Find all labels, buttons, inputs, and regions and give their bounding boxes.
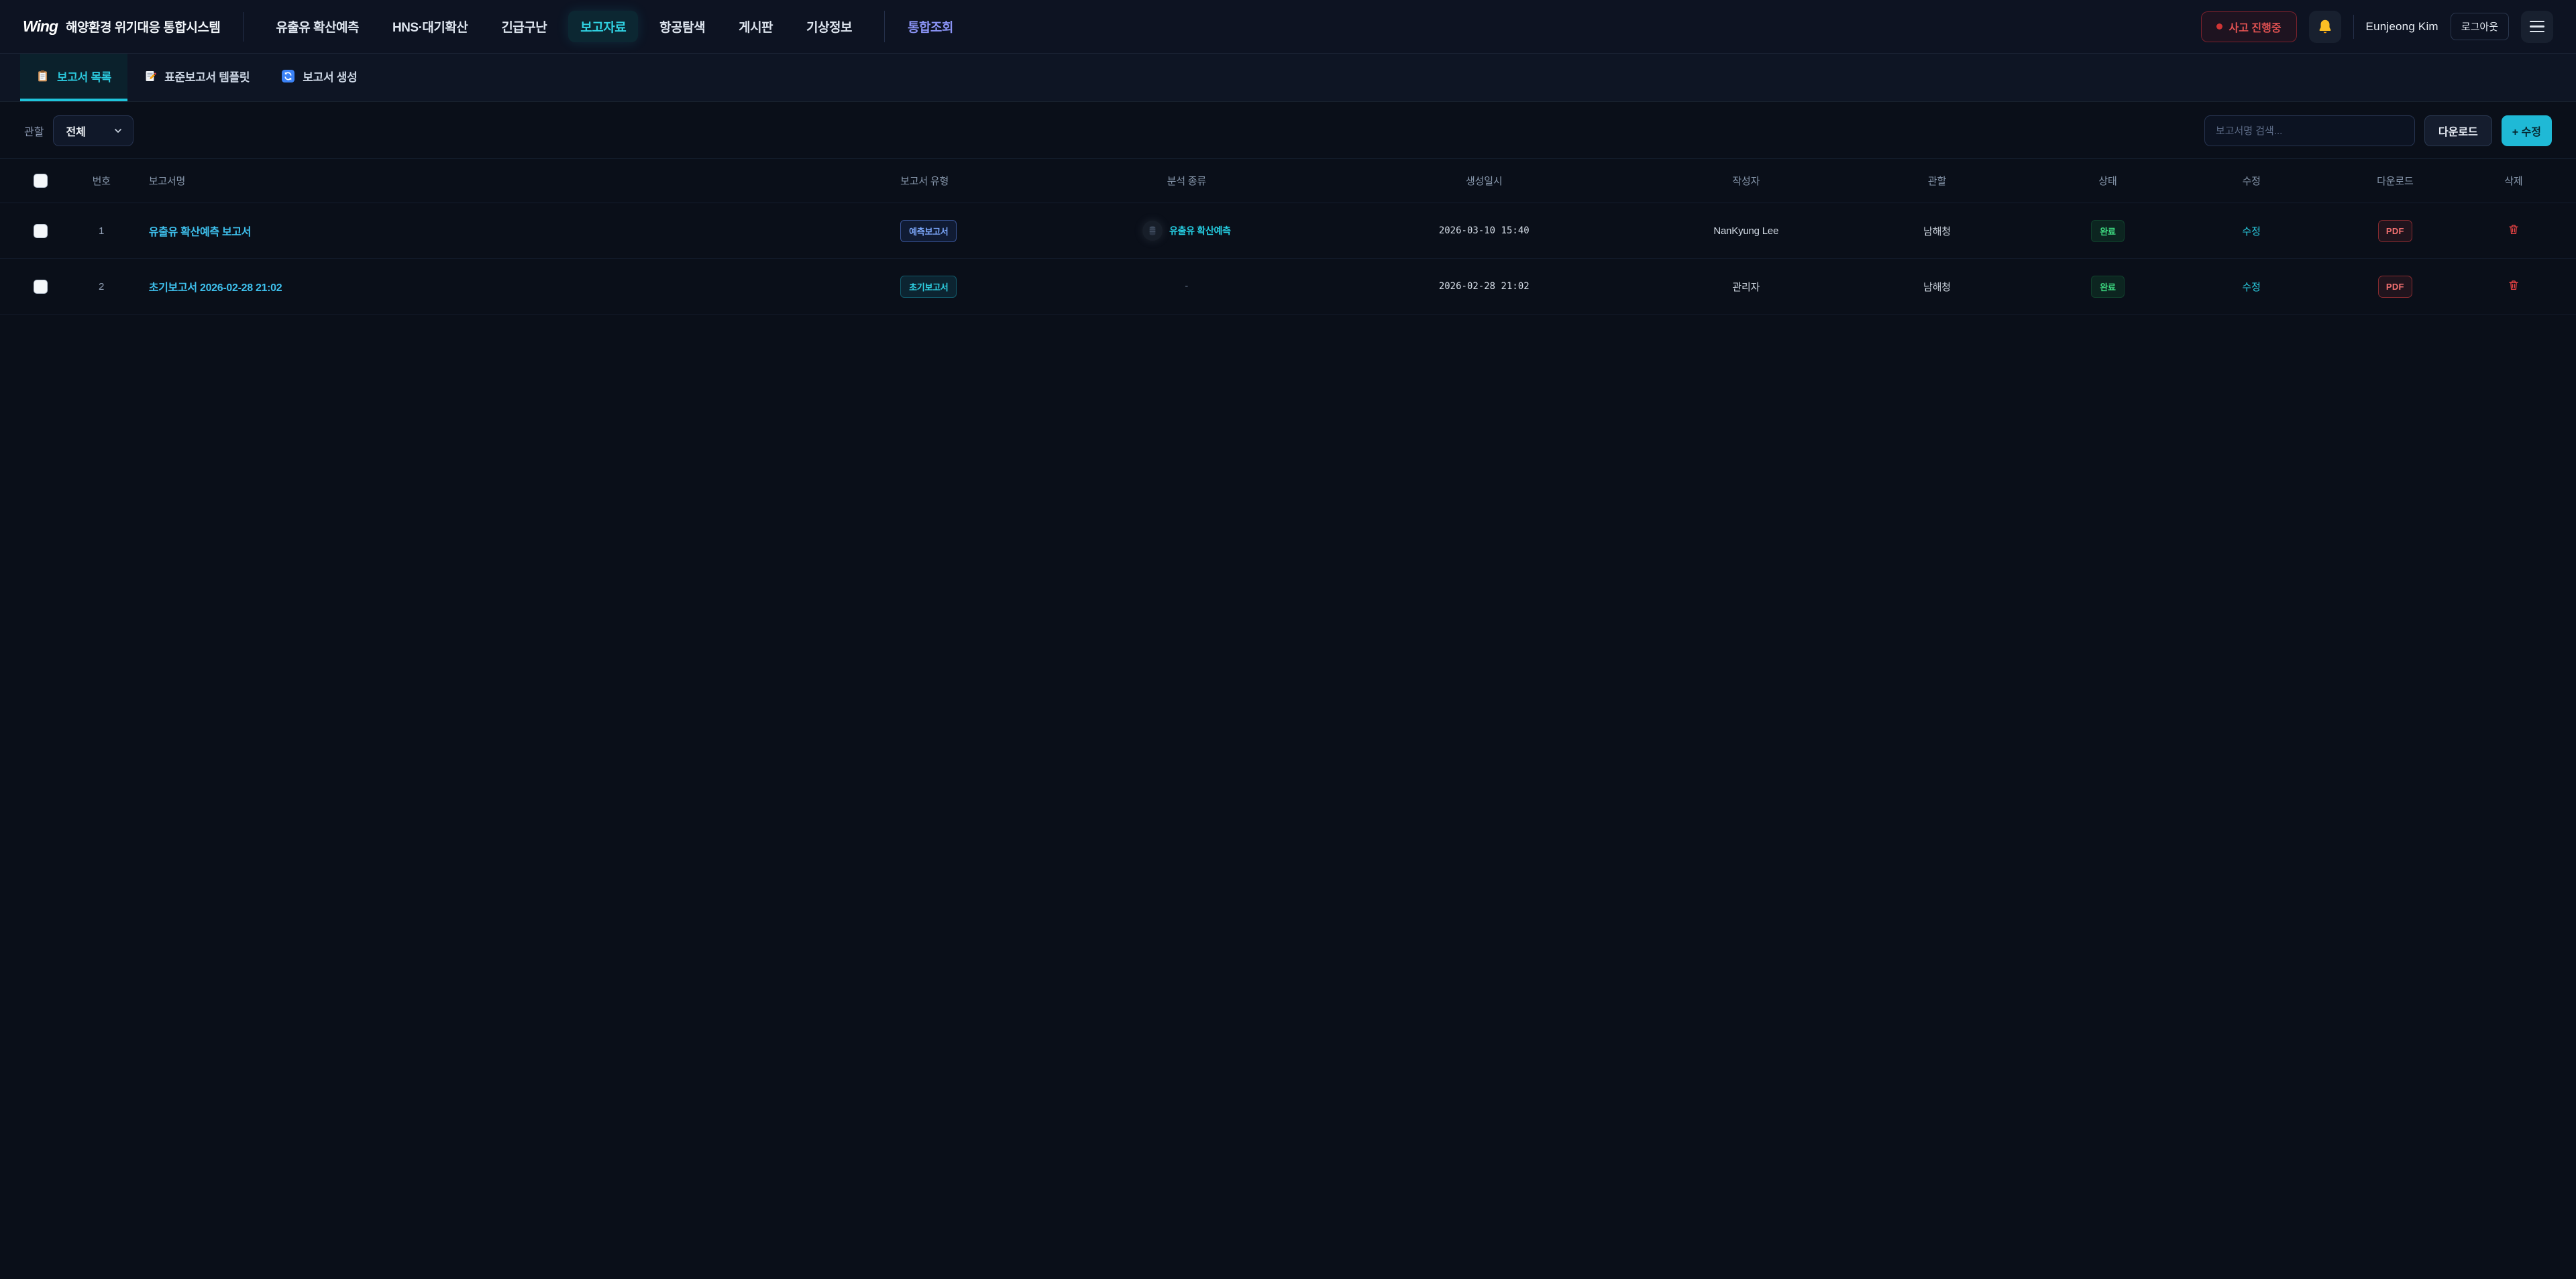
column-header-report-type: 보고서 유형	[872, 159, 1075, 203]
delete-button[interactable]	[2508, 223, 2520, 235]
report-tab-bar: 보고서 목록 표준보고서 템플릿 보고서 생성	[0, 54, 2576, 102]
tab-label: 보고서 목록	[57, 68, 111, 85]
analysis-type: 유출유 확산예측	[1142, 221, 1231, 241]
author: 관리자	[1670, 259, 1822, 315]
tab-standard-report-template[interactable]: 표준보고서 템플릿	[127, 54, 266, 101]
nav-item-board[interactable]: 게시판	[727, 11, 785, 42]
jurisdiction-filter-label: 관할	[24, 123, 44, 139]
row-checkbox[interactable]	[34, 280, 48, 294]
author: NanKyung Lee	[1670, 203, 1822, 259]
jurisdiction: 남해청	[1822, 259, 2052, 315]
tab-report-list[interactable]: 보고서 목록	[20, 54, 127, 101]
row-number: 1	[54, 203, 149, 259]
nav-item-integrated-search[interactable]: 통합조회	[884, 11, 965, 42]
edit-button[interactable]: + 수정	[2502, 115, 2552, 146]
created-at: 2026-03-10 15:40	[1298, 203, 1670, 259]
nav-item-oil-spill-prediction[interactable]: 유출유 확산예측	[264, 11, 371, 42]
incident-in-progress-badge[interactable]: 사고 진행중	[2201, 11, 2297, 42]
jurisdiction: 남해청	[1822, 203, 2052, 259]
report-toolbar: 관할 전체 다운로드 + 수정	[0, 102, 2576, 158]
table-row: 2 초기보고서 2026-02-28 21:02 초기보고서 - 2026-02…	[0, 259, 2576, 315]
jurisdiction-select[interactable]: 전체	[53, 115, 133, 146]
status-badge: 완료	[2091, 220, 2124, 242]
analysis-type-empty: -	[1185, 280, 1188, 292]
app-header: Wing 해양환경 위기대응 통합시스템 유출유 확산예측 HNS·대기확산 긴…	[0, 0, 2576, 54]
bell-icon	[2316, 18, 2334, 36]
pdf-download-button[interactable]: PDF	[2378, 220, 2412, 242]
nav-item-aerial-search[interactable]: 항공탐색	[647, 11, 717, 42]
report-search-input[interactable]	[2204, 115, 2415, 146]
hamburger-icon	[2530, 21, 2544, 33]
column-header-created-at: 생성일시	[1298, 159, 1670, 203]
column-header-delete: 삭제	[2451, 159, 2576, 203]
oil-drum-icon	[1142, 221, 1163, 241]
tab-generate-report[interactable]: 보고서 생성	[266, 54, 373, 101]
nav-item-weather-info[interactable]: 기상정보	[794, 11, 864, 42]
column-header-analysis-type: 분석 종류	[1075, 159, 1299, 203]
report-name-link[interactable]: 유출유 확산예측 보고서	[149, 227, 252, 238]
row-number: 2	[54, 259, 149, 315]
app-title: 해양환경 위기대응 통합시스템	[66, 17, 220, 36]
column-header-download: 다운로드	[2339, 159, 2451, 203]
nav-item-reports[interactable]: 보고자료	[568, 11, 638, 42]
status-badge: 완료	[2091, 276, 2124, 298]
refresh-icon	[282, 70, 294, 82]
delete-button[interactable]	[2508, 279, 2520, 291]
memo-pencil-icon	[144, 70, 156, 82]
analysis-type-label: 유출유 확산예측	[1169, 224, 1231, 237]
table-header-row: 번호 보고서명 보고서 유형 분석 종류 생성일시 작성자 관할 상태 수정 다…	[0, 159, 2576, 203]
row-edit-link[interactable]: 수정	[2242, 226, 2261, 237]
jurisdiction-selected-value: 전체	[66, 123, 85, 139]
column-header-author: 작성자	[1670, 159, 1822, 203]
header-divider	[243, 12, 244, 42]
user-name: Eunjeong Kim	[2366, 20, 2438, 34]
download-button[interactable]: 다운로드	[2424, 115, 2492, 146]
clipboard-icon	[36, 70, 49, 82]
chevron-down-icon	[113, 125, 123, 136]
report-name-link[interactable]: 초기보고서 2026-02-28 21:02	[149, 282, 282, 294]
table-row: 1 유출유 확산예측 보고서 예측보고서 유출유 확산예측 20	[0, 203, 2576, 259]
column-header-edit: 수정	[2163, 159, 2339, 203]
tab-label: 보고서 생성	[303, 68, 357, 85]
notifications-button[interactable]	[2309, 11, 2341, 43]
logout-button[interactable]: 로그아웃	[2451, 13, 2509, 40]
nav-item-emergency-rescue[interactable]: 긴급구난	[489, 11, 559, 42]
app-logo[interactable]: Wing 해양환경 위기대응 통합시스템	[23, 17, 220, 36]
incident-dot-icon	[2216, 23, 2222, 30]
column-header-no: 번호	[54, 159, 149, 203]
menu-button[interactable]	[2521, 11, 2553, 43]
tab-label: 표준보고서 템플릿	[164, 68, 250, 85]
trash-icon	[2508, 223, 2520, 235]
report-table: 번호 보고서명 보고서 유형 분석 종류 생성일시 작성자 관할 상태 수정 다…	[0, 158, 2576, 315]
report-type-badge: 초기보고서	[900, 276, 957, 298]
created-at: 2026-02-28 21:02	[1298, 259, 1670, 315]
select-all-checkbox[interactable]	[34, 174, 48, 188]
trash-icon	[2508, 279, 2520, 291]
pdf-download-button[interactable]: PDF	[2378, 276, 2412, 298]
header-divider	[2353, 15, 2354, 39]
column-header-report-name: 보고서명	[149, 159, 872, 203]
row-edit-link[interactable]: 수정	[2242, 282, 2261, 293]
wing-logo: Wing	[23, 17, 58, 36]
incident-badge-label: 사고 진행중	[2229, 19, 2282, 35]
main-nav: 유출유 확산예측 HNS·대기확산 긴급구난 보고자료 항공탐색 게시판 기상정…	[264, 11, 965, 42]
nav-item-hns-air-diffusion[interactable]: HNS·대기확산	[380, 11, 480, 42]
row-checkbox[interactable]	[34, 224, 48, 238]
header-right: 사고 진행중 Eunjeong Kim 로그아웃	[2201, 11, 2554, 43]
column-header-status: 상태	[2052, 159, 2163, 203]
column-header-jurisdiction: 관할	[1822, 159, 2052, 203]
report-type-badge: 예측보고서	[900, 220, 957, 242]
